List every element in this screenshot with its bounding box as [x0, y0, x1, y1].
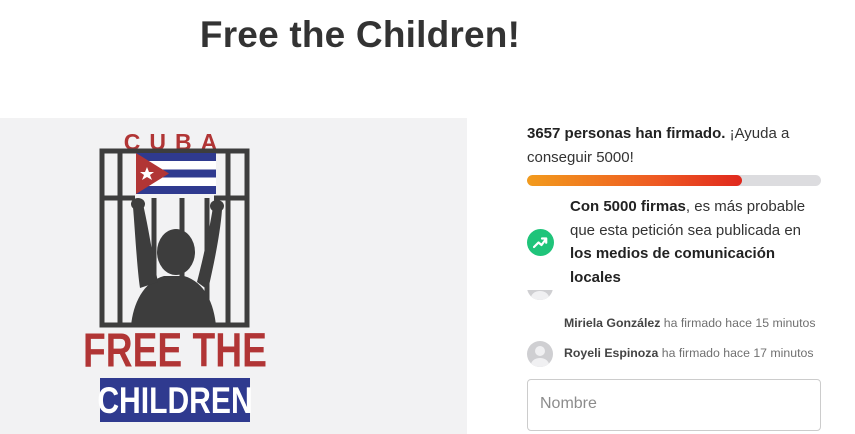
signer-text: Miriela González ha firmado hace 15 minu… [564, 316, 816, 330]
signature-progress-bar [527, 175, 821, 186]
avatar [527, 341, 553, 367]
signer-name: Miriela González [564, 316, 661, 330]
signer-text: Royeli Espinoza ha firmado hace 17 minut… [564, 346, 813, 360]
promo-message: Con 5000 firmas, es más probable que est… [527, 195, 821, 290]
page-title: Free the Children! [199, 14, 521, 55]
signer-name: Royeli Espinoza [564, 346, 659, 360]
promo-text: Con 5000 firmas, es más probable que est… [570, 195, 821, 289]
signer-action: ha firmado hace 17 minutos [661, 346, 814, 360]
signed-count-label: 3657 personas han firmado. [527, 125, 726, 142]
promo-bold-1: Con 5000 firmas [570, 198, 686, 215]
child-silhouette [131, 198, 224, 326]
signer-row-partial [527, 290, 821, 300]
recent-signers-list: Miriela González ha firmado hace 15 minu… [527, 290, 821, 370]
logo-children-text: CHILDREN [97, 381, 252, 422]
logo-free-the-text: FREE THE [83, 324, 267, 378]
avatar [527, 290, 553, 300]
trending-up-icon [527, 229, 554, 256]
name-input[interactable] [538, 394, 812, 414]
petition-image: CUBA FREE THE CHILDREN [0, 118, 467, 434]
signer-row: Miriela González ha firmado hace 15 minu… [527, 311, 821, 337]
name-field[interactable] [527, 379, 821, 431]
free-the-children-logo: CUBA FREE THE CHILDREN [83, 129, 267, 422]
signer-row: Royeli Espinoza ha firmado hace 17 minut… [527, 341, 821, 367]
progress-fill [527, 175, 743, 186]
signer-action: ha firmado hace 15 minutos [663, 316, 816, 330]
promo-bold-2: los medios de comunicación locales [570, 245, 776, 286]
cuba-flag [136, 153, 216, 194]
signature-count: 3657 personas han firmado. ¡Ayuda a cons… [527, 122, 821, 170]
